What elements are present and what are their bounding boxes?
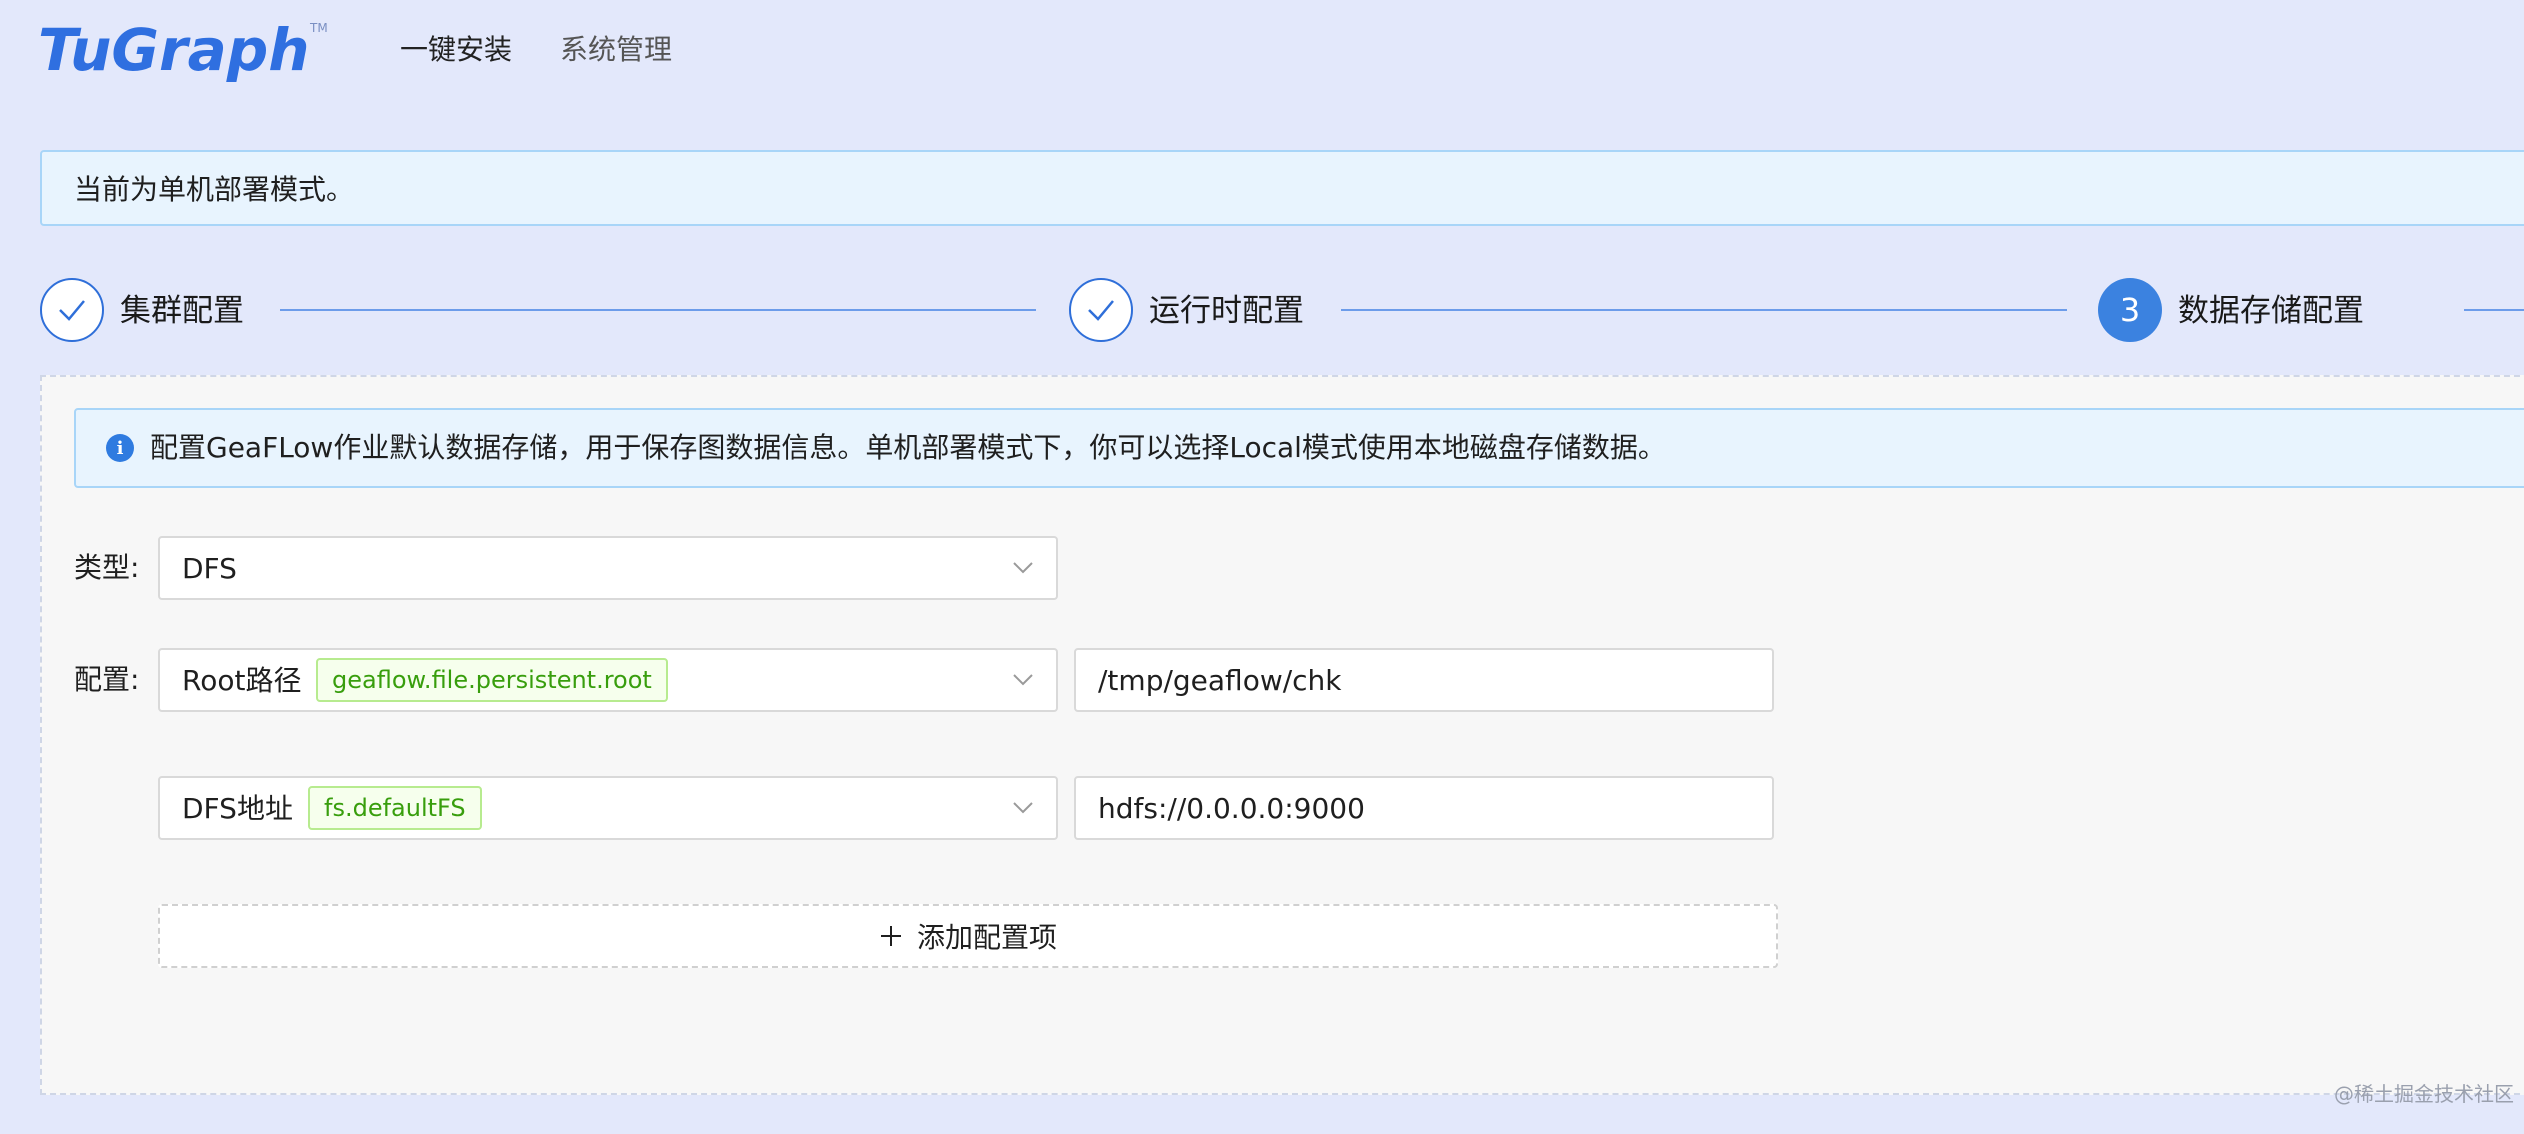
config-value-dfs-input[interactable] — [1076, 778, 1772, 838]
info-icon: i — [106, 434, 134, 462]
storage-info-text: 配置GeaFLow作业默认数据存储，用于保存图数据信息。单机部署模式下，你可以选… — [150, 431, 1666, 464]
logo-tm: TM — [309, 21, 328, 35]
config-key-select-root[interactable]: Root路径 geaflow.file.persistent.root — [158, 648, 1058, 712]
check-icon — [1088, 300, 1114, 321]
config-key-tag: geaflow.file.persistent.root — [316, 658, 668, 702]
config-key-label: Root路径 — [182, 664, 302, 697]
config-value-root[interactable] — [1074, 648, 1774, 712]
logo-text: TuGraph — [38, 18, 310, 84]
type-label: 类型: — [74, 551, 140, 584]
chevron-down-icon — [1013, 674, 1033, 686]
mode-notice-text: 当前为单机部署模式。 — [74, 173, 355, 206]
nav-one-click-install[interactable]: 一键安装 — [400, 30, 512, 70]
add-config-button[interactable]: 添加配置项 — [158, 904, 1778, 968]
config-value-root-input[interactable] — [1076, 650, 1772, 710]
config-key-select-dfs[interactable]: DFS地址 fs.defaultFS — [158, 776, 1058, 840]
step-2-label: 运行时配置 — [1149, 293, 1304, 329]
type-select[interactable]: DFS — [158, 536, 1058, 600]
step-1-label: 集群配置 — [120, 293, 244, 329]
add-config-label: 添加配置项 — [916, 921, 1057, 954]
plus-icon — [880, 926, 901, 946]
chevron-down-icon — [1013, 802, 1033, 814]
type-select-value: DFS — [182, 552, 237, 585]
step-connector-3 — [2464, 309, 2524, 311]
chevron-down-icon — [1013, 562, 1033, 574]
step-3-number: 3 — [2098, 278, 2162, 342]
config-key-tag: fs.defaultFS — [308, 786, 482, 830]
storage-info-alert: i 配置GeaFLow作业默认数据存储，用于保存图数据信息。单机部署模式下，你可… — [74, 408, 2524, 488]
nav-system-management[interactable]: 系统管理 — [560, 30, 672, 70]
tugraph-logo-image: TuGraph TM — [38, 16, 328, 84]
tugraph-logo[interactable]: TuGraph TM — [38, 16, 338, 88]
step-1-check-icon — [40, 278, 104, 342]
step-2-check-icon — [1069, 278, 1133, 342]
step-connector-2 — [1341, 309, 2067, 311]
step-3-label: 数据存储配置 — [2178, 293, 2364, 329]
config-label: 配置: — [74, 663, 140, 696]
step-connector-1 — [280, 309, 1036, 311]
mode-notice: 当前为单机部署模式。 — [40, 150, 2524, 226]
check-icon — [59, 300, 85, 321]
config-key-label: DFS地址 — [182, 792, 293, 825]
config-value-dfs[interactable] — [1074, 776, 1774, 840]
watermark: @稀土掘金技术社区 — [2334, 1082, 2514, 1106]
